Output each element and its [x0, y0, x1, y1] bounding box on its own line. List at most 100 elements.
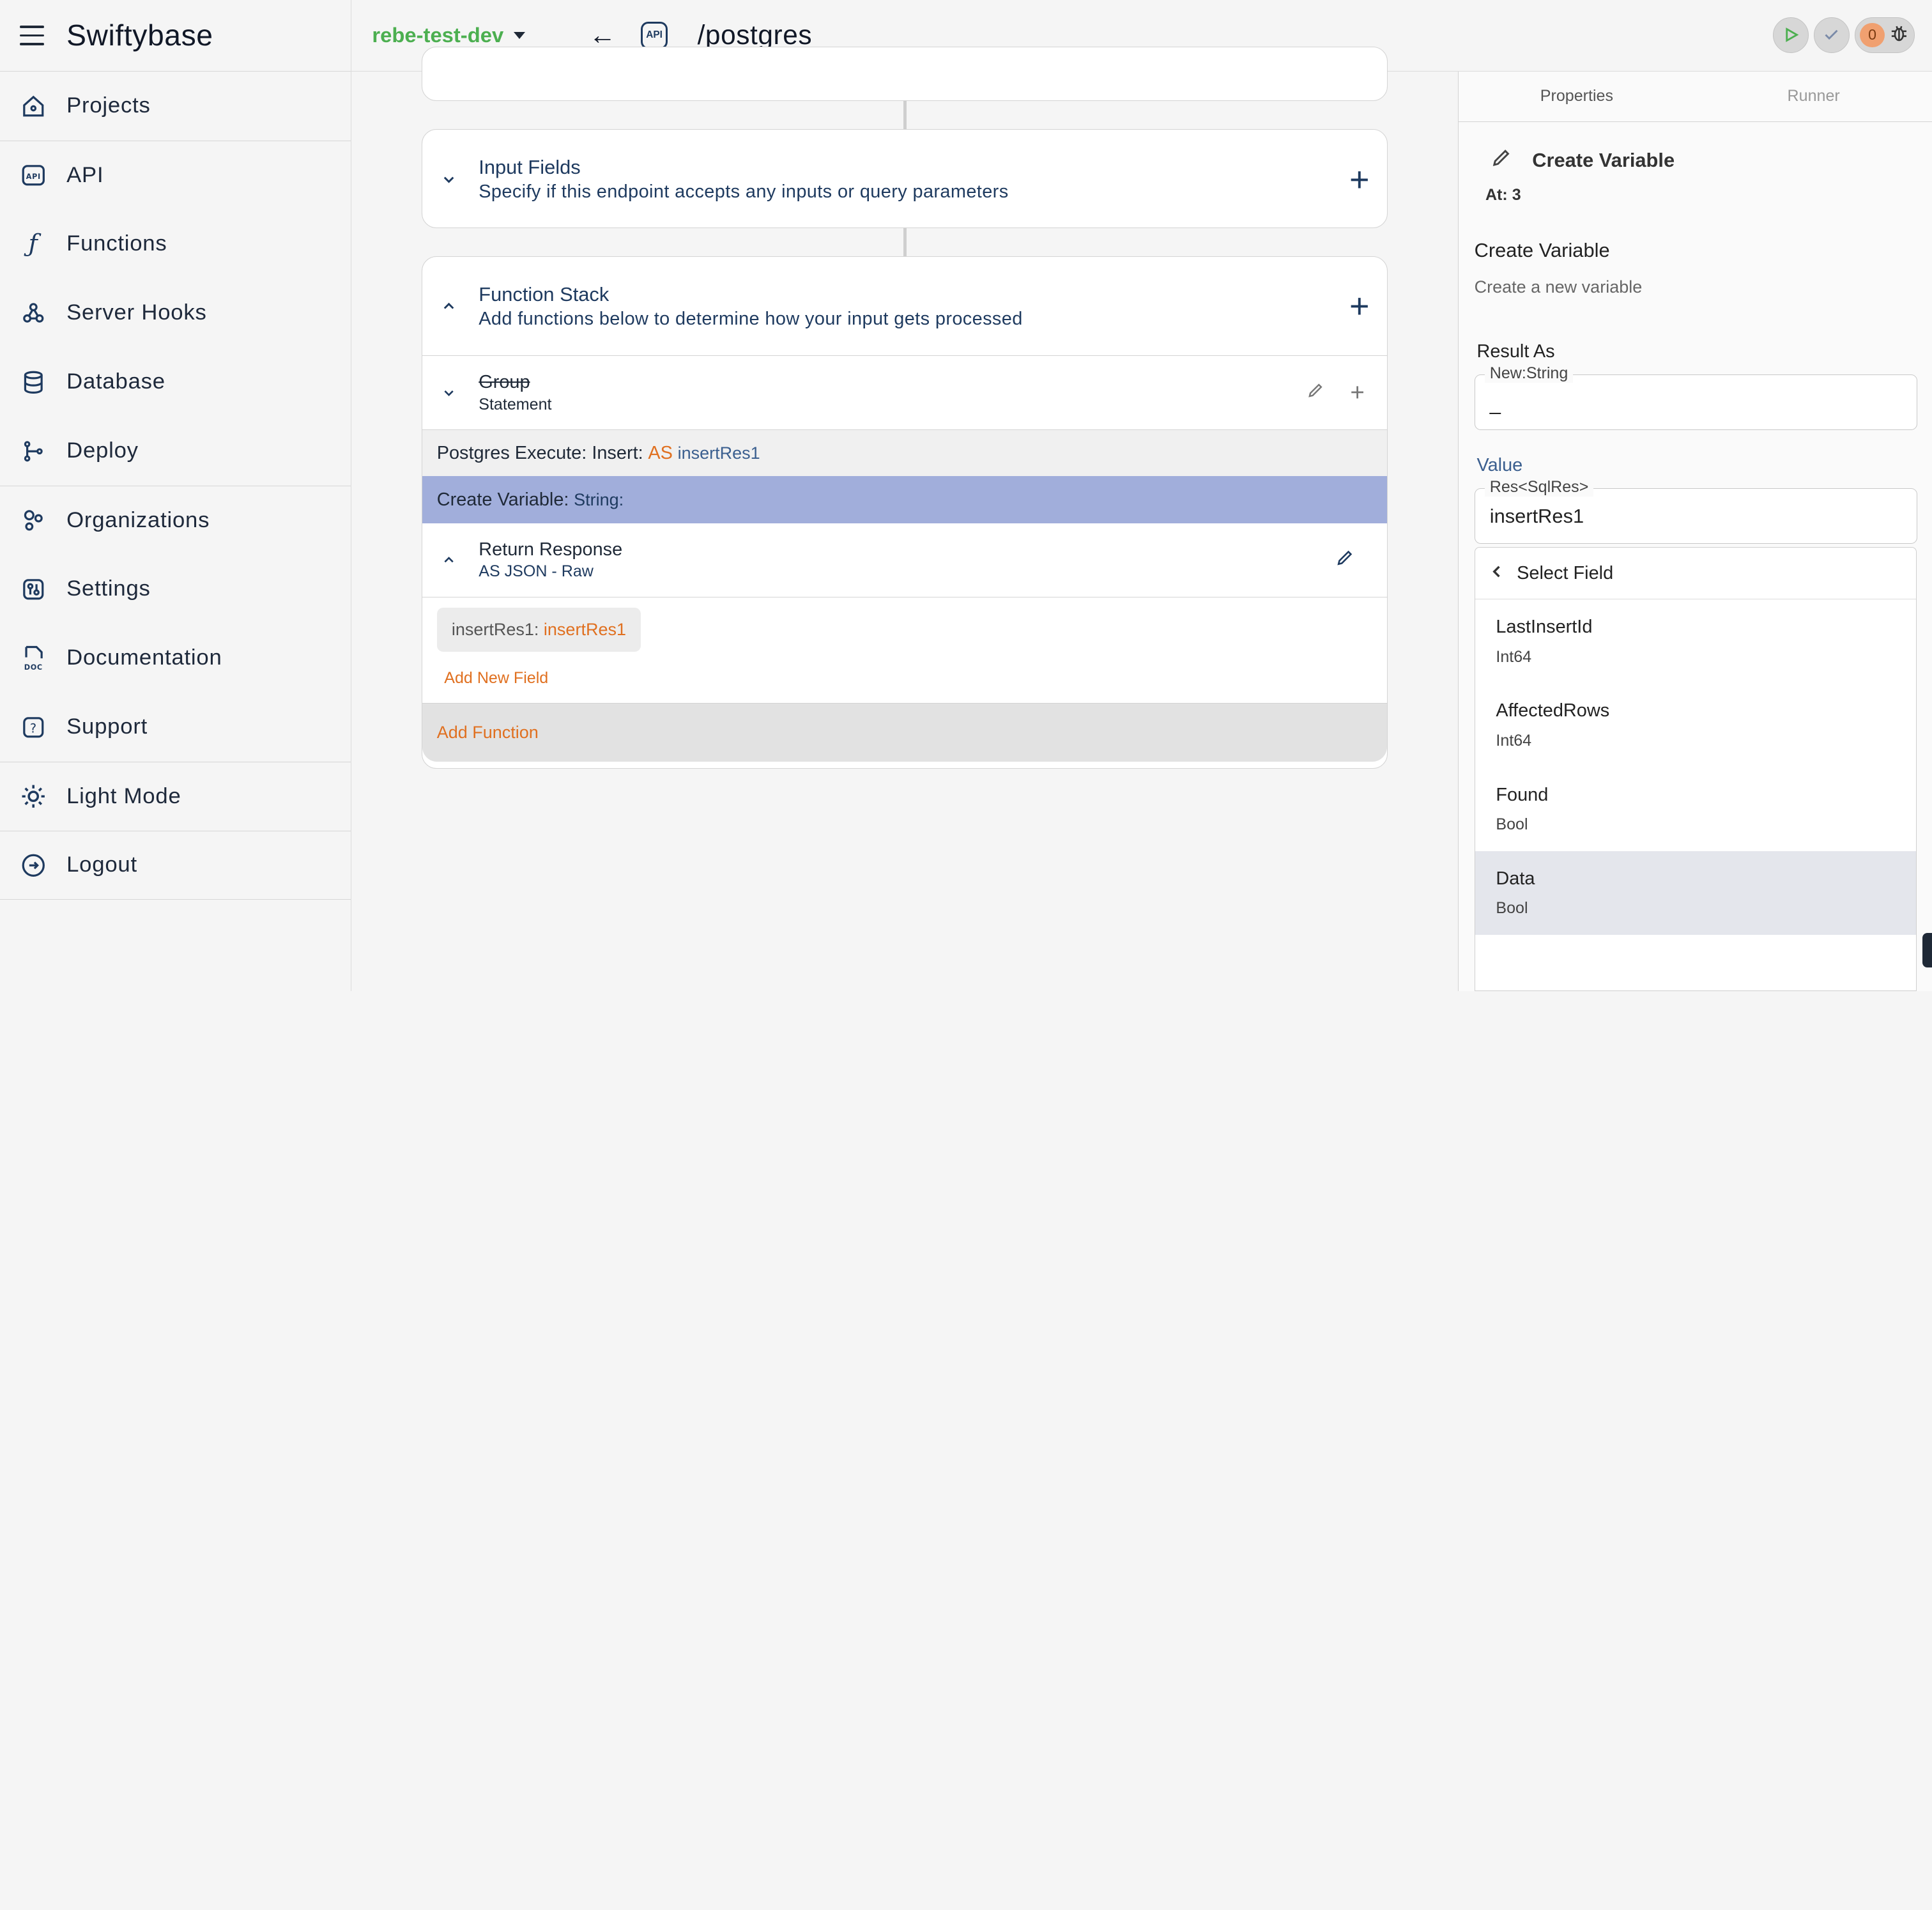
pencil-icon[interactable] — [1307, 381, 1325, 404]
sidebar-item-label: Support — [66, 714, 148, 739]
dropdown-header[interactable]: Select Field — [1475, 548, 1916, 600]
variable-name: insertRes1 — [677, 443, 760, 463]
panel-title: Create Variable — [1532, 148, 1675, 171]
edge-handle[interactable] — [1922, 932, 1932, 967]
chevron-up-icon[interactable] — [440, 550, 459, 570]
option-type: Bool — [1496, 899, 1528, 918]
postgres-execute-step[interactable]: Postgres Execute: Insert: AS insertRes1 — [422, 429, 1387, 477]
pencil-icon[interactable] — [1335, 548, 1355, 573]
sidebar-item-logout[interactable]: Logout — [0, 830, 351, 900]
add-step-button[interactable]: + — [1350, 379, 1365, 407]
debug-button[interactable]: 0 — [1854, 17, 1915, 53]
sidebar-item-support[interactable]: ? Support — [0, 693, 351, 762]
function-stack-header[interactable]: Function Stack Add functions below to de… — [422, 257, 1387, 355]
chevron-up-icon[interactable] — [440, 297, 459, 316]
add-input-button[interactable]: + — [1349, 160, 1370, 199]
option-name: AffectedRows — [1496, 700, 1610, 721]
field-legend: Res<SqlRes> — [1485, 477, 1594, 497]
svg-text:?: ? — [30, 721, 37, 736]
field-value: _ — [1489, 392, 1501, 415]
doc-icon: DOC — [20, 645, 47, 672]
sidebar-item-label: Logout — [66, 852, 137, 877]
sidebar-item-label: Projects — [66, 93, 151, 118]
sidebar-item-label: Organizations — [66, 507, 210, 532]
input-fields-card: Input Fields Specify if this endpoint ac… — [421, 129, 1388, 228]
sidebar-item-light-mode[interactable]: Light Mode — [0, 761, 351, 831]
section-subtitle: Add functions below to determine how you… — [479, 308, 1023, 329]
value-field[interactable]: Res<SqlRes> insertRes1 — [1474, 477, 1917, 544]
option-type: Int64 — [1496, 647, 1532, 666]
create-variable-step[interactable]: Create Variable: String: — [422, 476, 1387, 523]
help-icon: ? — [20, 714, 47, 741]
field-legend: New:String — [1485, 364, 1573, 383]
sidebar-item-label: Database — [66, 369, 165, 394]
section-title: Input Fields — [479, 156, 581, 179]
response-field-chip[interactable]: insertRes1: insertRes1 — [436, 607, 641, 652]
chevron-left-icon[interactable] — [1490, 561, 1505, 586]
run-button[interactable] — [1773, 17, 1809, 53]
top-card — [421, 47, 1388, 102]
tab-runner[interactable]: Runner — [1695, 72, 1932, 121]
input-fields-header[interactable]: Input Fields Specify if this endpoint ac… — [422, 130, 1387, 228]
section-title: Function Stack — [479, 282, 610, 305]
api-icon: API — [640, 22, 668, 49]
svg-text:API: API — [26, 173, 41, 181]
sidebar-item-projects[interactable]: Projects — [0, 72, 351, 141]
sidebar-item-label: Functions — [66, 231, 167, 256]
top-actions: 0 — [1773, 17, 1915, 53]
sidebar-item-label: Light Mode — [66, 783, 181, 808]
option-type: Bool — [1496, 815, 1528, 833]
section-subtitle: Specify if this endpoint accepts any inp… — [479, 181, 1009, 203]
page-title: /postgres — [697, 20, 813, 50]
option-name: Found — [1496, 784, 1549, 805]
svg-text:DOC: DOC — [24, 663, 43, 672]
function-description: Create a new variable — [1474, 277, 1643, 297]
variable-type: String: — [574, 489, 624, 509]
sidebar-item-server-hooks[interactable]: Server Hooks — [0, 279, 351, 348]
environment-selector[interactable]: rebe-test-dev — [372, 23, 525, 47]
database-icon — [20, 369, 47, 396]
add-function-plus-button[interactable]: + — [1349, 286, 1370, 326]
group-row[interactable]: Group Statement + — [422, 355, 1387, 429]
step-prefix: Create Variable: — [436, 489, 569, 510]
sidebar-item-label: Settings — [66, 576, 151, 601]
check-button[interactable] — [1813, 17, 1850, 53]
menu-icon[interactable] — [19, 26, 45, 45]
option-data[interactable]: Data Bool — [1475, 851, 1916, 935]
sidebar-item-organizations[interactable]: Organizations — [0, 485, 351, 555]
tab-properties[interactable]: Properties — [1459, 72, 1696, 121]
function-icon: ƒ — [28, 229, 38, 259]
sidebar-item-documentation[interactable]: DOC Documentation — [0, 624, 351, 693]
as-keyword: AS — [648, 442, 673, 463]
field-key: insertRes1: — [451, 620, 539, 640]
result-as-field[interactable]: New:String _ — [1474, 364, 1917, 431]
sidebar-item-api[interactable]: API API — [0, 140, 351, 210]
add-function-button[interactable]: Add Function — [422, 702, 1387, 762]
value-label: Value — [1476, 454, 1523, 475]
organizations-icon — [20, 507, 47, 534]
back-arrow-icon[interactable]: ← — [589, 20, 616, 50]
add-new-field-button[interactable]: Add New Field — [444, 669, 1372, 688]
app-title: Swiftybase — [66, 19, 213, 52]
chevron-down-icon[interactable] — [440, 169, 459, 189]
connector — [903, 227, 907, 257]
option-lastinsertid[interactable]: LastInsertId Int64 — [1475, 599, 1916, 683]
pencil-icon — [1491, 146, 1513, 174]
field-value: insertRes1 — [1489, 504, 1584, 527]
return-subtitle: AS JSON - Raw — [479, 562, 594, 581]
return-response-row[interactable]: Return Response AS JSON - Raw — [422, 523, 1387, 597]
option-affectedrows[interactable]: AffectedRows Int64 — [1475, 683, 1916, 767]
option-name: LastInsertId — [1496, 617, 1593, 638]
option-name: Data — [1496, 868, 1535, 889]
sidebar-item-deploy[interactable]: Deploy — [0, 417, 351, 486]
option-found[interactable]: Found Bool — [1475, 767, 1916, 851]
chevron-down-icon[interactable] — [440, 383, 459, 403]
environment-label: rebe-test-dev — [372, 23, 504, 47]
git-branch-icon — [20, 438, 47, 465]
sidebar-item-functions[interactable]: ƒ Functions — [0, 210, 351, 279]
error-count-badge: 0 — [1860, 22, 1885, 48]
sidebar-item-label: Server Hooks — [66, 300, 207, 325]
group-subtitle: Statement — [479, 395, 552, 413]
sidebar-item-database[interactable]: Database — [0, 348, 351, 417]
sidebar-item-settings[interactable]: Settings — [0, 555, 351, 624]
